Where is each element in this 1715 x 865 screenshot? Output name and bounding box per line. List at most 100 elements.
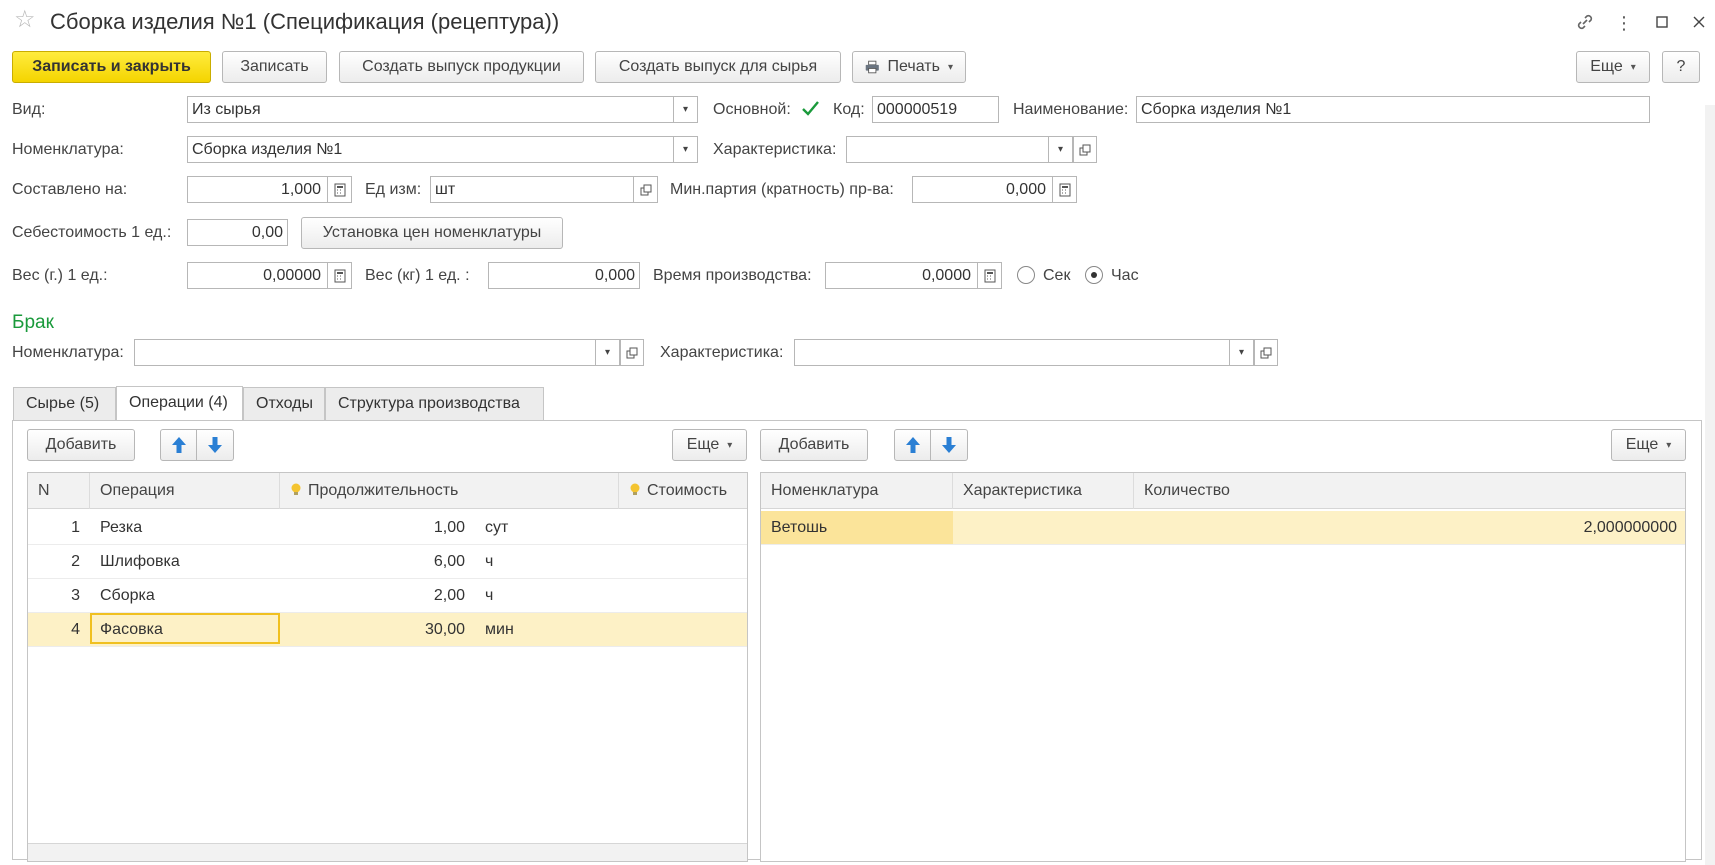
column-header-quantity[interactable]: Количество bbox=[1134, 473, 1685, 509]
naim-field[interactable]: Сборка изделия №1 bbox=[1136, 96, 1650, 123]
column-header-duration[interactable]: Продолжительность bbox=[280, 473, 619, 509]
table-row-selected[interactable]: Ветошь 2,000000000 bbox=[761, 511, 1685, 545]
chevron-down-icon: ▾ bbox=[1666, 439, 1672, 451]
nomen-select[interactable]: Сборка изделия №1 ▾ bbox=[187, 136, 698, 163]
tab-operations[interactable]: Операции (4) bbox=[116, 386, 243, 421]
dropdown-arrow-icon[interactable]: ▾ bbox=[673, 137, 697, 162]
osnovnoy-checkbox[interactable] bbox=[800, 99, 820, 119]
favorite-star-icon[interactable]: ☆ bbox=[14, 8, 36, 32]
nomen-label: Номенклатура: bbox=[12, 141, 124, 158]
char-select[interactable]: ▾ bbox=[846, 136, 1073, 163]
move-down-button[interactable] bbox=[197, 429, 234, 461]
calculator-icon[interactable] bbox=[1052, 177, 1076, 202]
dropdown-arrow-icon[interactable]: ▾ bbox=[595, 340, 619, 365]
focused-cell bbox=[90, 613, 280, 644]
chevron-down-icon: ▾ bbox=[947, 61, 953, 73]
tab-raw[interactable]: Сырье (5) bbox=[13, 387, 116, 420]
save-button[interactable]: Записать bbox=[222, 51, 327, 83]
set-prices-button[interactable]: Установка цен номенклатуры bbox=[301, 217, 563, 249]
cell-n: 4 bbox=[71, 621, 80, 638]
more-button[interactable]: Еще ▾ bbox=[1576, 51, 1650, 83]
print-label: Печать bbox=[887, 58, 940, 75]
osnovnoy-label: Основной: bbox=[713, 101, 791, 118]
printer-icon bbox=[865, 60, 879, 74]
cell-unit: сут bbox=[485, 519, 509, 536]
link-icon[interactable] bbox=[1574, 12, 1596, 34]
table-row[interactable]: 2 Шлифовка 6,00 ч bbox=[28, 545, 747, 579]
more-vertical-icon[interactable]: ⋮ bbox=[1613, 12, 1635, 34]
vertical-scrollbar[interactable] bbox=[1705, 105, 1715, 865]
cost-header-text: Стоимость bbox=[647, 482, 728, 499]
close-icon[interactable] bbox=[1688, 12, 1710, 34]
materials-more-button[interactable]: Еще ▾ bbox=[1611, 429, 1686, 461]
sostavleno-label: Составлено на: bbox=[12, 181, 128, 198]
save-and-close-button[interactable]: Записать и закрыть bbox=[12, 51, 211, 83]
brak-char-select[interactable]: ▾ bbox=[794, 339, 1254, 366]
vid-label: Вид: bbox=[12, 101, 46, 118]
table-row[interactable]: 3 Сборка 2,00 ч bbox=[28, 579, 747, 613]
column-header-characteristic[interactable]: Характеристика bbox=[953, 473, 1134, 509]
create-product-release-button[interactable]: Создать выпуск продукции bbox=[339, 51, 584, 83]
radio-sec[interactable] bbox=[1017, 266, 1035, 284]
operations-add-button[interactable]: Добавить bbox=[27, 429, 135, 461]
move-down-button[interactable] bbox=[931, 429, 968, 461]
operations-table-header: N Операция Продолжительность Стоимость bbox=[28, 473, 747, 509]
tab-waste[interactable]: Отходы bbox=[243, 387, 325, 420]
brak-nomen-select[interactable]: ▾ bbox=[134, 339, 620, 366]
ed-value: шт bbox=[435, 181, 456, 198]
lightbulb-icon bbox=[630, 483, 640, 495]
table-footer bbox=[28, 843, 747, 861]
cell-characteristic bbox=[953, 511, 1134, 544]
open-icon[interactable] bbox=[620, 339, 644, 366]
print-button[interactable]: Печать ▾ bbox=[852, 51, 966, 83]
ves-g-field[interactable]: 0,00000 bbox=[187, 262, 352, 289]
column-header-operation[interactable]: Операция bbox=[90, 473, 280, 509]
brak-section-title: Брак bbox=[12, 312, 54, 333]
cell-unit: ч bbox=[485, 587, 494, 604]
column-header-nomenclature[interactable]: Номенклатура bbox=[761, 473, 953, 509]
operations-more-button[interactable]: Еще ▾ bbox=[672, 429, 747, 461]
sostavleno-field[interactable]: 1,000 bbox=[187, 176, 352, 203]
min-value: 0,000 bbox=[1005, 181, 1046, 198]
min-field[interactable]: 0,000 bbox=[912, 176, 1077, 203]
sebest-label: Себестоимость 1 ед.: bbox=[12, 224, 172, 241]
vid-select[interactable]: Из сырья ▾ bbox=[187, 96, 698, 123]
vremya-field[interactable]: 0,0000 bbox=[825, 262, 1002, 289]
cell-unit: мин bbox=[485, 621, 514, 638]
cell-operation: Резка bbox=[100, 519, 143, 536]
open-icon[interactable] bbox=[1073, 136, 1097, 163]
create-raw-release-button[interactable]: Создать выпуск для сырья bbox=[595, 51, 841, 83]
calculator-icon[interactable] bbox=[327, 177, 351, 202]
table-row[interactable]: 1 Резка 1,00 сут bbox=[28, 511, 747, 545]
cell-cost bbox=[619, 511, 747, 544]
arrow-down-icon bbox=[208, 437, 222, 453]
ed-field[interactable]: шт bbox=[430, 176, 658, 203]
sebest-field[interactable]: 0,00 bbox=[187, 219, 288, 246]
help-button[interactable]: ? bbox=[1662, 51, 1700, 83]
kod-field[interactable]: 000000519 bbox=[872, 96, 999, 123]
materials-add-button[interactable]: Добавить bbox=[760, 429, 868, 461]
move-up-button[interactable] bbox=[160, 429, 197, 461]
calculator-icon[interactable] bbox=[977, 263, 1001, 288]
radio-hour[interactable] bbox=[1085, 266, 1103, 284]
dropdown-arrow-icon[interactable]: ▾ bbox=[1048, 137, 1072, 162]
open-icon[interactable] bbox=[633, 177, 657, 202]
cell-cost bbox=[619, 545, 747, 578]
cell-operation: Сборка bbox=[100, 587, 155, 604]
dropdown-arrow-icon[interactable]: ▾ bbox=[673, 97, 697, 122]
cell-duration: 30,00 bbox=[424, 621, 465, 638]
column-header-n[interactable]: N bbox=[28, 473, 90, 509]
vremya-label: Время производства: bbox=[653, 267, 812, 284]
radio-sec-label: Сек bbox=[1043, 267, 1071, 284]
operations-more-label: Еще bbox=[686, 436, 720, 453]
tab-structure[interactable]: Структура производства bbox=[325, 387, 544, 420]
maximize-icon[interactable] bbox=[1651, 12, 1673, 34]
ves-kg-field[interactable]: 0,000 bbox=[488, 262, 640, 289]
title-bar: ☆ Сборка изделия №1 (Спецификация (рецеп… bbox=[0, 0, 1715, 46]
column-header-cost[interactable]: Стоимость bbox=[619, 473, 747, 509]
move-up-button[interactable] bbox=[894, 429, 931, 461]
open-icon[interactable] bbox=[1254, 339, 1278, 366]
calculator-icon[interactable] bbox=[327, 263, 351, 288]
dropdown-arrow-icon[interactable]: ▾ bbox=[1229, 340, 1253, 365]
ves-g-label: Вес (г.) 1 ед.: bbox=[12, 267, 108, 284]
